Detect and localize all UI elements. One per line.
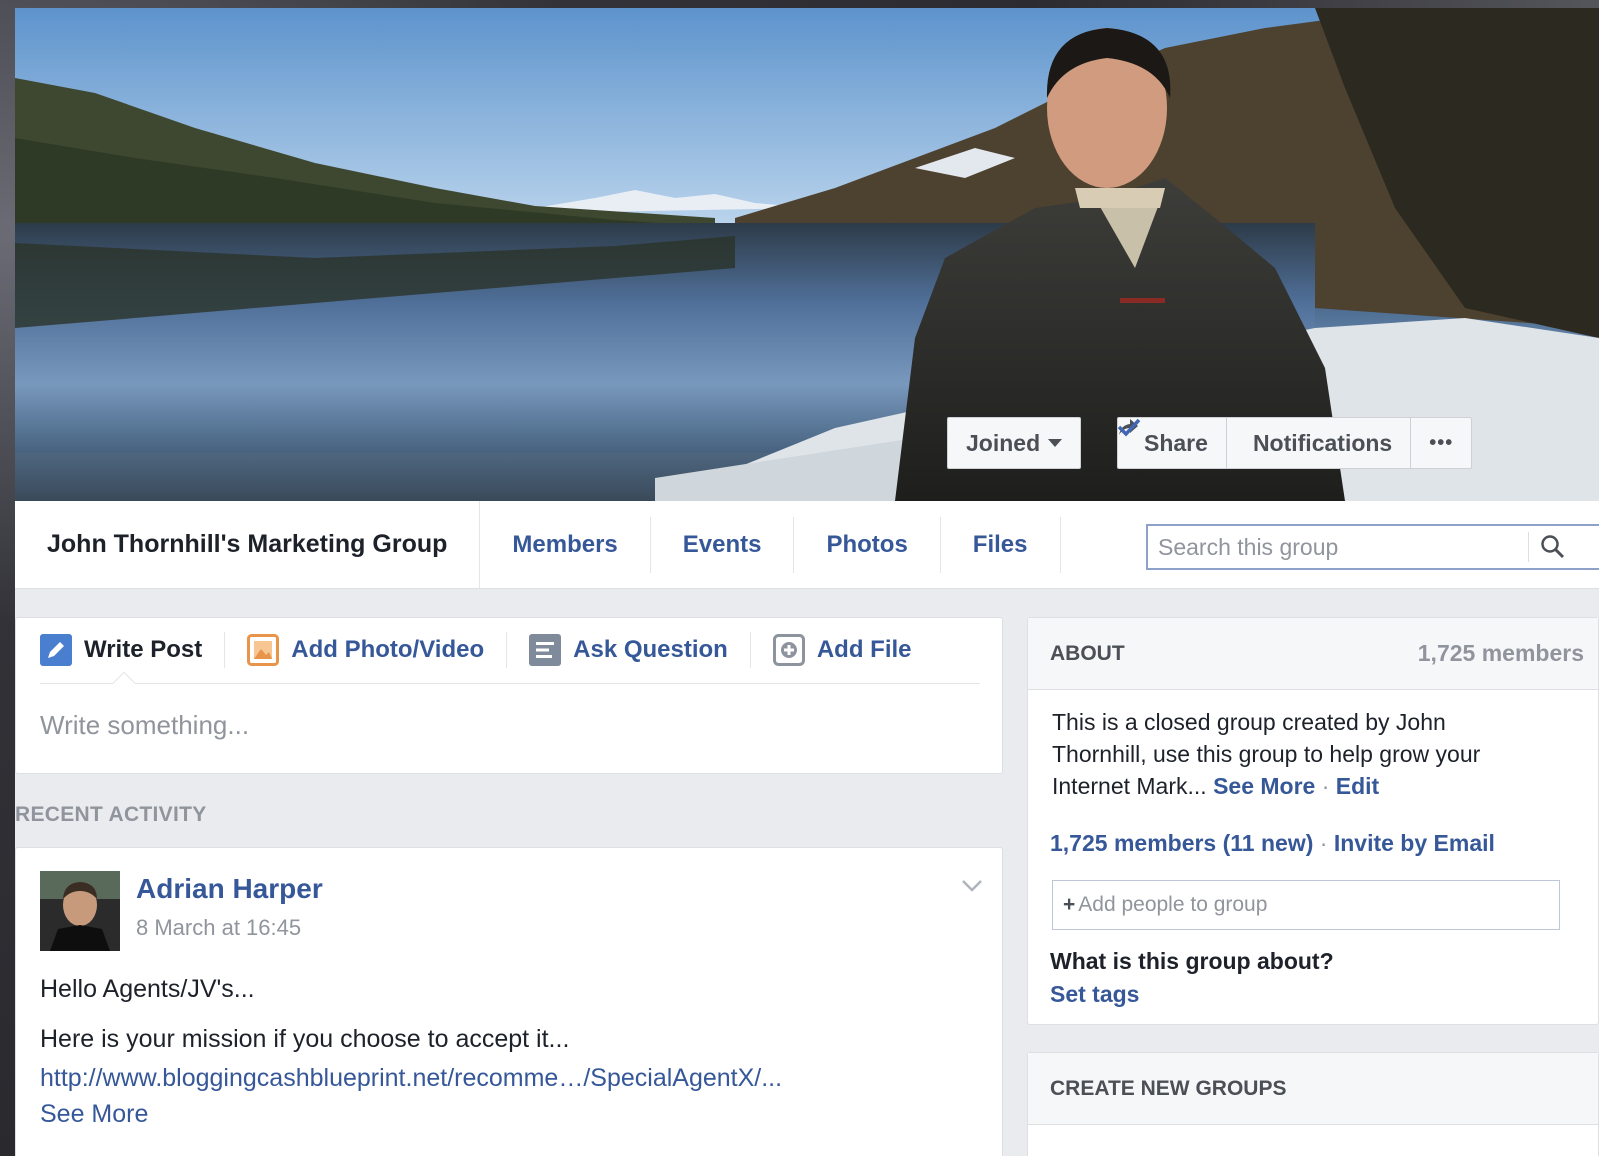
members-row: 1,725 members (11 new) · Invite by Email (1050, 830, 1495, 857)
about-member-count[interactable]: 1,725 members (1418, 640, 1584, 667)
group-title[interactable]: John Thornhill's Marketing Group (15, 500, 481, 589)
about-header: ABOUT 1,725 members (1028, 618, 1598, 690)
more-options-button[interactable]: ••• (1410, 417, 1473, 469)
about-title: ABOUT (1050, 641, 1125, 665)
post-timestamp[interactable]: 8 March at 16:45 (136, 915, 301, 941)
composer-tabs: Write Post Add Photo/Video Ask Question … (40, 632, 956, 668)
cover-action-group: Share Notifications ••• (1117, 417, 1473, 469)
more-icon: ••• (1429, 431, 1454, 454)
set-tags-link[interactable]: Set tags (1050, 981, 1139, 1008)
group-page: Joined Share Notifications ••• John Thor… (15, 8, 1599, 1156)
write-post-label: Write Post (84, 636, 203, 663)
search-input[interactable] (1148, 527, 1528, 567)
share-label: Share (1144, 429, 1208, 456)
new-members-link[interactable]: (11 new) (1223, 830, 1314, 856)
post-options-chevron-icon[interactable] (960, 878, 984, 899)
author-avatar[interactable] (40, 871, 120, 951)
add-file-label: Add File (816, 636, 912, 663)
photo-icon (247, 634, 280, 666)
question-list-icon (529, 634, 562, 666)
composer-tab-pointer (112, 671, 136, 695)
separator-dot: · (1319, 830, 1328, 856)
search-icon[interactable] (1540, 534, 1566, 565)
notifications-label: Notifications (1252, 429, 1393, 456)
tab-files[interactable]: Files (941, 516, 1061, 573)
members-link[interactable]: 1,725 members (1050, 830, 1216, 856)
composer-tab-add-photo[interactable]: Add Photo/Video (247, 632, 508, 668)
about-edit-link[interactable]: Edit (1336, 773, 1379, 799)
about-description: This is a closed group created by John T… (1052, 706, 1522, 802)
group-about-question: What is this group about? (1050, 948, 1334, 974)
group-search (1146, 524, 1599, 570)
invite-by-email-link[interactable]: Invite by Email (1334, 830, 1495, 856)
add-people-input[interactable]: + Add people to group (1052, 880, 1560, 930)
see-more-link[interactable]: See More (40, 1100, 148, 1129)
pencil-icon (40, 634, 72, 666)
joined-label: Joined (966, 429, 1041, 456)
plus-icon: + (1063, 893, 1076, 916)
post-composer: Write Post Add Photo/Video Ask Question … (15, 617, 1003, 774)
group-navbar: John Thornhill's Marketing Group Members… (15, 500, 1599, 589)
about-panel: ABOUT 1,725 members This is a closed gro… (1027, 617, 1599, 1025)
composer-tab-ask-question[interactable]: Ask Question (529, 632, 751, 668)
post-text-line: Hello Agents/JV's... (40, 975, 255, 1003)
joined-button[interactable]: Joined (947, 417, 1082, 469)
composer-divider (40, 683, 980, 684)
search-divider (1528, 532, 1529, 562)
ask-question-label: Ask Question (573, 636, 728, 663)
post-text-line: Here is your mission if you choose to ac… (40, 1025, 570, 1053)
tab-events[interactable]: Events (651, 516, 795, 573)
composer-input[interactable]: Write something... (40, 710, 249, 741)
tab-photos[interactable]: Photos (794, 516, 941, 573)
add-file-icon (772, 634, 805, 666)
about-see-more-link[interactable]: See More (1213, 773, 1315, 799)
post-author[interactable]: Adrian Harper (136, 873, 323, 905)
composer-tab-add-file[interactable]: Add File (772, 632, 934, 668)
create-groups-panel: CREATE NEW GROUPS (1027, 1052, 1599, 1156)
add-photo-label: Add Photo/Video (291, 636, 485, 663)
tab-members[interactable]: Members (480, 516, 651, 573)
recent-activity-heading: RECENT ACTIVITY (15, 803, 207, 826)
notifications-button[interactable]: Notifications (1117, 417, 1411, 469)
feed-post: Adrian Harper 8 March at 16:45 Hello Age… (15, 847, 1003, 1156)
chevron-down-icon (1048, 439, 1063, 447)
add-people-placeholder: Add people to group (1078, 893, 1268, 916)
separator-dot: · (1321, 773, 1330, 799)
create-groups-title: CREATE NEW GROUPS (1028, 1053, 1598, 1125)
post-link[interactable]: http://www.bloggingcashblueprint.net/rec… (40, 1064, 782, 1093)
composer-tab-write-post[interactable]: Write Post (40, 632, 226, 668)
cover-photo[interactable]: Joined Share Notifications ••• (15, 8, 1599, 501)
